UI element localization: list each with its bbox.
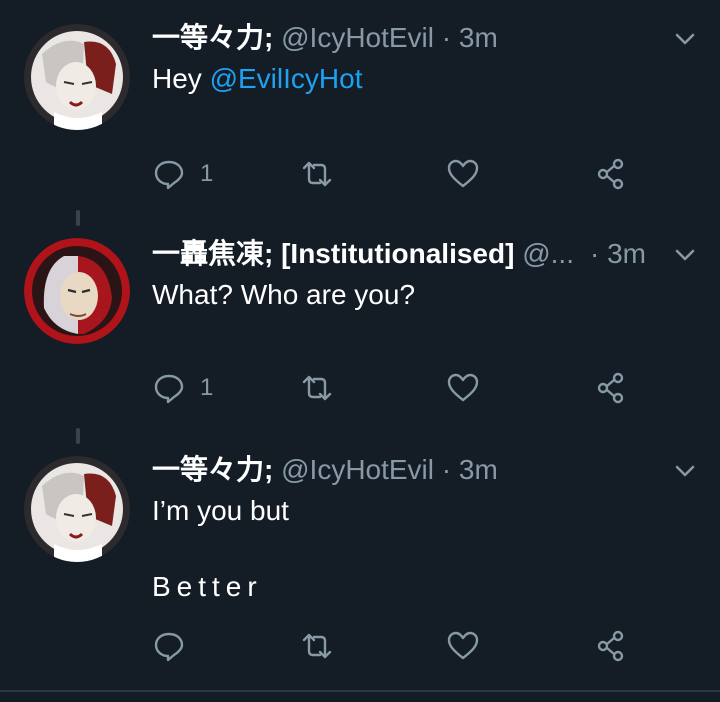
- tweet[interactable]: 一轟焦凍; [Institutionalised] @... · 3m What…: [0, 226, 720, 422]
- retweet-button[interactable]: [300, 368, 334, 408]
- chevron-down-icon[interactable]: [672, 458, 698, 484]
- like-icon: [447, 159, 479, 188]
- like-button[interactable]: [446, 626, 480, 666]
- separator-dot: ·: [590, 238, 600, 269]
- reply-count: 1: [200, 160, 214, 187]
- retweet-icon: [302, 161, 332, 187]
- tweet-text-line1: I’m you but: [152, 495, 289, 526]
- avatar[interactable]: [24, 456, 130, 562]
- share-button[interactable]: [594, 626, 628, 666]
- thread-line: [76, 428, 80, 444]
- tweet-actions: [152, 626, 652, 666]
- user-handle[interactable]: @...: [522, 238, 574, 269]
- retweet-button[interactable]: [300, 154, 334, 194]
- retweet-icon: [302, 375, 332, 401]
- reply-icon: [154, 374, 184, 404]
- like-button[interactable]: [446, 154, 480, 194]
- chevron-down-icon[interactable]: [672, 242, 698, 268]
- retweet-icon: [302, 633, 332, 659]
- retweet-button[interactable]: [300, 626, 334, 666]
- reply-button[interactable]: [152, 626, 200, 666]
- tweet-header: 一轟焦凍; [Institutionalised] @...: [152, 234, 632, 274]
- like-icon: [447, 631, 479, 660]
- divider: [0, 690, 720, 692]
- like-icon: [447, 373, 479, 402]
- tweet-header: 一等々力; @IcyHotEvil · 3m: [152, 450, 498, 490]
- share-icon: [597, 630, 624, 662]
- share-icon: [597, 372, 624, 404]
- reply-icon: [154, 160, 184, 190]
- timestamp[interactable]: 3m: [607, 238, 646, 269]
- tweet-actions: 1: [152, 368, 652, 408]
- reply-count: 1: [200, 374, 214, 401]
- display-name[interactable]: 一等々力;: [152, 454, 273, 485]
- avatar[interactable]: [24, 238, 130, 344]
- tweet-actions: 1: [152, 154, 652, 194]
- tweet-text: Hey @EvilIcyHot: [152, 60, 362, 98]
- tweet[interactable]: 一等々力; @IcyHotEvil · 3m I’m you but Bette…: [0, 444, 720, 690]
- user-handle[interactable]: @IcyHotEvil: [281, 22, 434, 53]
- display-name[interactable]: 一轟焦凍; [Institutionalised]: [152, 238, 514, 269]
- tweet-time: · 3m: [590, 234, 646, 274]
- tweet-header: 一等々力; @IcyHotEvil · 3m: [152, 18, 498, 58]
- chevron-down-icon[interactable]: [672, 26, 698, 52]
- thread-line: [76, 210, 80, 226]
- user-handle[interactable]: @IcyHotEvil: [281, 454, 434, 485]
- share-button[interactable]: [594, 368, 628, 408]
- display-name[interactable]: 一等々力;: [152, 22, 273, 53]
- avatar[interactable]: [24, 24, 130, 130]
- tweet-text: What? Who are you?: [152, 279, 416, 310]
- tweet-text-prefix: Hey: [152, 63, 210, 94]
- timestamp[interactable]: 3m: [459, 22, 498, 53]
- like-button[interactable]: [446, 368, 480, 408]
- reply-icon: [154, 632, 184, 662]
- separator-dot: ·: [441, 22, 452, 53]
- tweet[interactable]: 一等々力; @IcyHotEvil · 3m Hey @EvilIcyHot 1: [0, 0, 720, 200]
- mention-link[interactable]: @EvilIcyHot: [210, 63, 363, 94]
- share-icon: [597, 158, 624, 190]
- share-button[interactable]: [594, 154, 628, 194]
- reply-button[interactable]: 1: [152, 154, 213, 194]
- separator-dot: ·: [441, 454, 452, 485]
- timestamp[interactable]: 3m: [459, 454, 498, 485]
- reply-button[interactable]: 1: [152, 368, 213, 408]
- tweet-text-line2: Better: [152, 571, 263, 602]
